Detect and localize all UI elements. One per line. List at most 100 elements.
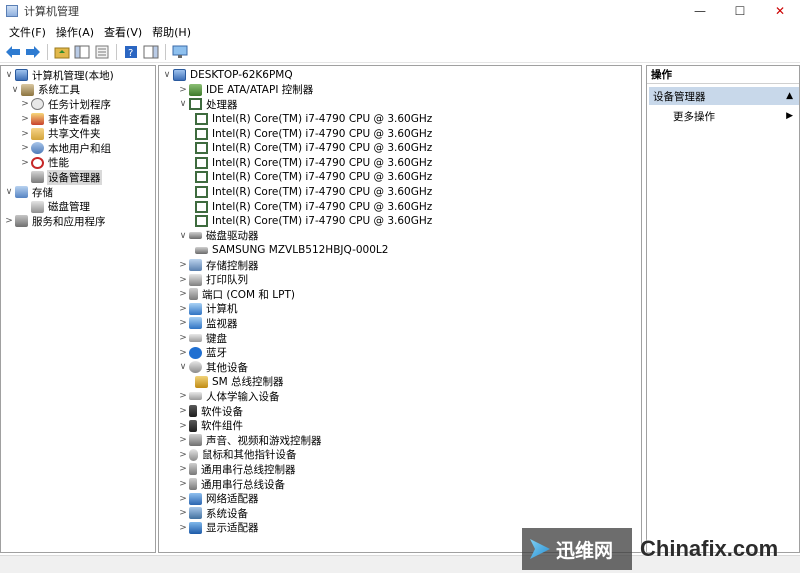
tree-item-shared-folders[interactable]: > 共享文件夹 [19,126,102,141]
device-category[interactable]: > IDE ATA/ATAPI 控制器 [177,83,314,98]
device-category[interactable]: > 声音、视频和游戏控制器 [177,433,323,448]
expand-icon[interactable]: > [177,260,189,270]
device-item[interactable]: Intel(R) Core(TM) i7-4790 CPU @ 3.60GHz [195,199,433,214]
device-item[interactable]: Intel(R) Core(TM) i7-4790 CPU @ 3.60GHz [195,126,433,141]
device-item[interactable]: Intel(R) Core(TM) i7-4790 CPU @ 3.60GHz [195,170,433,185]
device-item[interactable]: Intel(R) Core(TM) i7-4790 CPU @ 3.60GHz [195,156,433,171]
hid-icon [189,392,202,401]
collapse-icon[interactable]: ∨ [3,70,15,80]
close-button[interactable]: ✕ [760,0,800,22]
expand-icon[interactable]: > [177,304,189,314]
tree-item-task-scheduler[interactable]: > 任务计划程序 [19,97,112,112]
device-item[interactable]: Intel(R) Core(TM) i7-4790 CPU @ 3.60GHz [195,214,433,229]
expand-icon[interactable]: > [19,114,31,124]
device-label: SAMSUNG MZVLB512HBJQ-000L2 [212,244,389,257]
device-category[interactable]: > 打印队列 [177,272,249,287]
maximize-button[interactable]: ☐ [720,0,760,22]
forward-button[interactable] [24,43,42,61]
device-item[interactable]: SAMSUNG MZVLB512HBJQ-000L2 [195,243,389,258]
device-category[interactable]: ∨ 磁盘驱动器 [177,229,260,244]
action-pane-button[interactable] [142,43,160,61]
expand-icon[interactable]: > [19,99,31,109]
collapse-icon[interactable]: ∨ [161,70,173,80]
menu-action[interactable]: 操作(A) [51,24,99,40]
device-category[interactable]: > 存储控制器 [177,258,260,273]
forward-arrow-icon [26,45,40,58]
menu-file[interactable]: 文件(F) [4,24,51,40]
expand-icon[interactable]: > [3,216,15,226]
expand-icon[interactable]: > [177,275,189,285]
expand-icon[interactable]: > [177,348,189,358]
expand-icon[interactable]: > [177,333,189,343]
watermark: 迅维网 Chinafix.com [522,528,800,570]
show-hide-tree-button[interactable] [73,43,91,61]
expand-icon[interactable]: > [177,523,189,533]
tree-item-storage[interactable]: ∨ 存储 [3,185,54,200]
expand-icon[interactable]: > [19,143,31,153]
device-item[interactable]: SM 总线控制器 [195,375,285,390]
device-item[interactable]: Intel(R) Core(TM) i7-4790 CPU @ 3.60GHz [195,112,433,127]
device-category[interactable]: > 鼠标和其他指针设备 [177,448,298,463]
expand-icon[interactable]: > [177,494,189,504]
back-button[interactable] [4,43,22,61]
expand-icon[interactable]: > [19,158,31,168]
expand-icon[interactable]: > [177,435,189,445]
device-category[interactable]: > 通用串行总线设备 [177,477,286,492]
device-category[interactable]: > 网络适配器 [177,491,260,506]
menu-help[interactable]: 帮助(H) [147,24,196,40]
minimize-button[interactable]: — [680,0,720,22]
expand-icon[interactable]: > [177,318,189,328]
expand-icon[interactable]: > [177,450,189,460]
collapse-icon[interactable]: ∨ [177,362,189,372]
device-category[interactable]: > 通用串行总线控制器 [177,462,297,477]
more-actions-item[interactable]: 更多操作 ▶ [649,108,799,124]
device-category[interactable]: > 系统设备 [177,506,249,521]
device-item[interactable]: Intel(R) Core(TM) i7-4790 CPU @ 3.60GHz [195,141,433,156]
device-category[interactable]: > 监视器 [177,316,239,331]
expand-icon[interactable]: > [177,464,189,474]
up-level-button[interactable] [53,43,71,61]
scan-hardware-button[interactable] [171,43,189,61]
tree-item-system-tools[interactable]: ∨ 系统工具 [9,83,81,98]
tree-item-local-users[interactable]: > 本地用户和组 [19,141,112,156]
device-category[interactable]: > 软件组件 [177,418,244,433]
device-category[interactable]: > 软件设备 [177,404,244,419]
processor-icon [195,113,208,126]
expand-icon[interactable]: > [177,289,189,299]
collapse-icon[interactable]: ∨ [9,85,21,95]
tree-item-label: 共享文件夹 [48,128,101,141]
tree-item-device-manager[interactable]: 设备管理器 [19,169,102,185]
expand-icon[interactable]: > [177,85,189,95]
tree-item-event-viewer[interactable]: > 事件查看器 [19,112,102,127]
device-category[interactable]: > 人体学输入设备 [177,389,281,404]
expand-icon[interactable]: > [177,508,189,518]
device-category[interactable]: > 键盘 [177,331,228,346]
collapse-icon[interactable]: ∨ [177,99,189,109]
collapse-icon[interactable]: ∨ [177,231,189,241]
tree-item-label: 本地用户和组 [48,142,111,155]
device-category[interactable]: > 端口 (COM 和 LPT) [177,287,296,302]
collapse-icon[interactable]: ∨ [3,187,15,197]
tree-item-services-apps[interactable]: > 服务和应用程序 [3,214,107,229]
expand-icon[interactable]: > [177,391,189,401]
tree-item-disk-management[interactable]: 磁盘管理 [19,199,91,214]
device-category[interactable]: > 蓝牙 [177,345,228,360]
menu-view[interactable]: 查看(V) [99,24,147,40]
device-category[interactable]: > 显示适配器 [177,521,260,536]
device-category[interactable]: ∨ 其他设备 [177,360,249,375]
tree-item-computer-management[interactable]: ∨ 计算机管理(本地) [3,68,115,83]
device-category[interactable]: ∨ 处理器 [177,97,239,112]
expand-icon[interactable]: > [177,406,189,416]
actions-section-device-manager[interactable]: 设备管理器 ▲ [649,87,799,105]
device-item[interactable]: Intel(R) Core(TM) i7-4790 CPU @ 3.60GHz [195,185,433,200]
help-button[interactable]: ? [122,43,140,61]
device-label: Intel(R) Core(TM) i7-4790 CPU @ 3.60GHz [212,215,433,228]
expand-icon[interactable]: > [177,421,189,431]
properties-button[interactable] [93,43,111,61]
collapse-up-icon[interactable]: ▲ [786,91,793,101]
device-root[interactable]: ∨ DESKTOP-62K6PMQ [161,68,294,83]
device-category[interactable]: > 计算机 [177,302,239,317]
tree-item-performance[interactable]: > 性能 [19,156,70,171]
expand-icon[interactable]: > [177,479,189,489]
expand-icon[interactable]: > [19,129,31,139]
